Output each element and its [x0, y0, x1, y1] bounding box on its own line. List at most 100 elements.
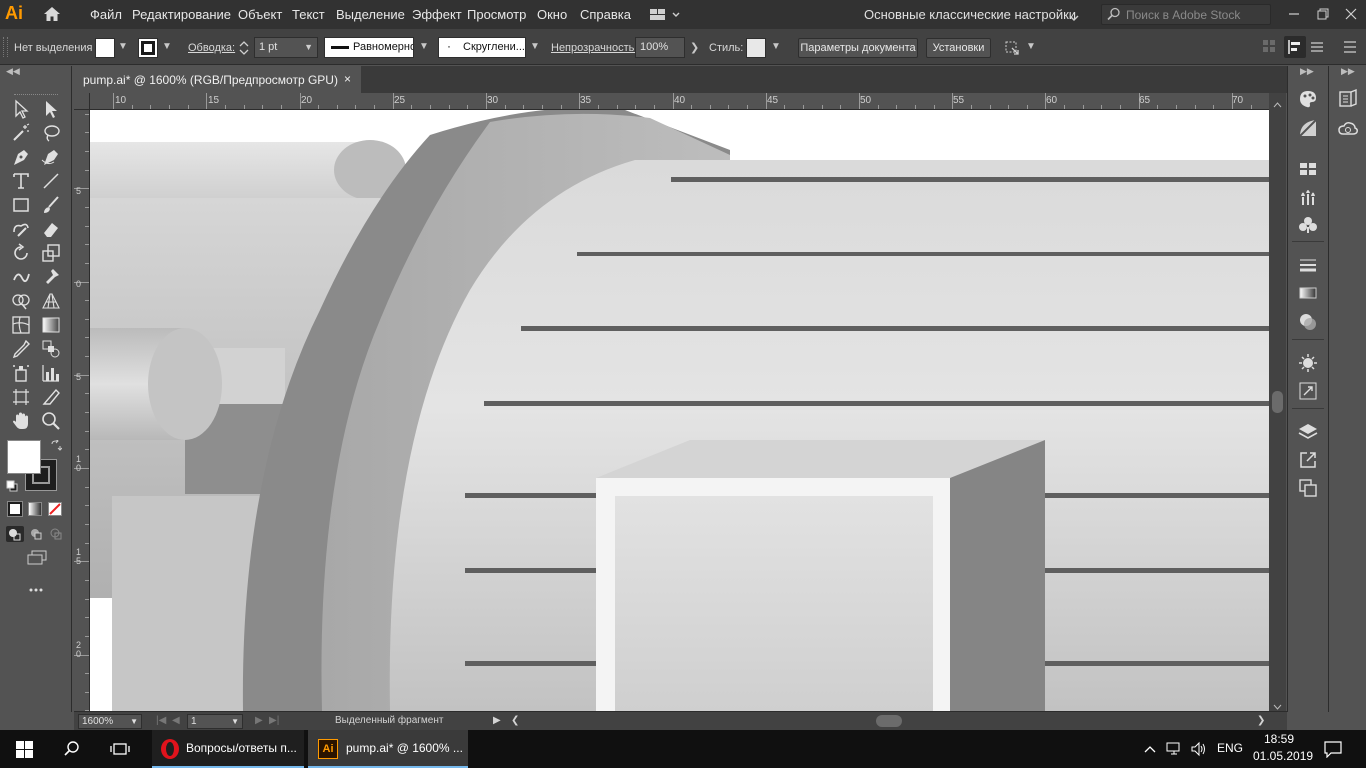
search-icon[interactable]	[63, 740, 81, 758]
scroll-right-icon[interactable]: ❯	[1257, 715, 1265, 726]
clock-date[interactable]: 01.05.2019	[1253, 749, 1313, 763]
variable-width-profile[interactable]: Равномерно	[324, 37, 414, 58]
opacity-field[interactable]: 100%	[635, 37, 685, 58]
mesh-tool-icon[interactable]	[10, 314, 32, 336]
zoom-tool-icon[interactable]	[40, 410, 62, 432]
collapse-panel-icon[interactable]: ▶▶	[1300, 66, 1314, 77]
menu-file[interactable]: Файл	[90, 7, 122, 22]
swatches-icon[interactable]	[1297, 158, 1319, 180]
eyedropper-tool-icon[interactable]	[10, 338, 32, 360]
color-guide-icon[interactable]	[1297, 117, 1319, 139]
none-mode-icon[interactable]	[48, 502, 62, 516]
menu-lines-icon[interactable]	[1310, 41, 1324, 53]
clock-time[interactable]: 18:59	[1264, 732, 1294, 746]
menu-object[interactable]: Объект	[238, 7, 282, 22]
menu-help[interactable]: Справка	[580, 7, 631, 22]
style-swatch[interactable]	[746, 38, 766, 58]
more-tools-icon[interactable]	[28, 582, 44, 592]
scroll-thumb[interactable]	[1272, 391, 1283, 413]
perspective-grid-tool-icon[interactable]	[40, 290, 62, 312]
draw-inside-icon[interactable]	[48, 526, 64, 542]
menu-window[interactable]: Окно	[537, 7, 567, 22]
first-artboard-icon[interactable]: |◀	[156, 715, 166, 726]
symbols-icon[interactable]	[1297, 214, 1319, 236]
menu-lines-icon[interactable]	[1340, 37, 1360, 57]
swap-fill-stroke-icon[interactable]	[50, 438, 63, 452]
chevron-right-icon[interactable]: ❯	[690, 41, 699, 54]
appearance-icon[interactable]	[1297, 352, 1319, 374]
menu-select[interactable]: Выделение	[336, 7, 405, 22]
graphic-styles-icon[interactable]	[1297, 380, 1319, 402]
document-setup-button[interactable]: Параметры документа	[798, 38, 918, 58]
zoom-field[interactable]: 1600% ▼	[78, 714, 142, 729]
show-hidden-icons-icon[interactable]	[1143, 743, 1157, 755]
close-window-icon[interactable]	[1341, 4, 1361, 24]
menu-edit[interactable]: Редактирование	[132, 7, 231, 22]
horizontal-scroll-thumb[interactable]	[876, 715, 902, 727]
fill-swatch[interactable]	[95, 38, 115, 58]
prev-artboard-icon[interactable]: ◀	[172, 715, 180, 726]
layers-icon[interactable]	[1297, 421, 1319, 443]
stroke-weight-field[interactable]: 1 pt ▼	[254, 37, 318, 58]
windows-start-icon[interactable]	[16, 741, 33, 758]
document-tab[interactable]: pump.ai* @ 1600% (RGB/Предпросмотр GPU) …	[74, 66, 361, 93]
isolate-group-icon[interactable]	[1262, 39, 1276, 53]
preferences-button[interactable]: Установки	[926, 38, 991, 58]
column-graph-tool-icon[interactable]	[40, 362, 62, 384]
blend-tool-icon[interactable]	[40, 338, 62, 360]
chevron-down-icon[interactable]: ▼	[162, 41, 172, 52]
stroke-stepper[interactable]	[238, 38, 250, 58]
menu-effect[interactable]: Эффект	[412, 7, 462, 22]
line-segment-tool-icon[interactable]	[40, 170, 62, 192]
artboard-canvas[interactable]	[90, 110, 1269, 711]
pen-tool-icon[interactable]	[10, 146, 32, 168]
workspace-switcher[interactable]: Основные классические настройки	[864, 7, 1076, 22]
artboard-tool-icon[interactable]	[10, 386, 32, 408]
restore-icon[interactable]	[1313, 4, 1333, 24]
status-menu-icon[interactable]: ▶	[493, 715, 501, 726]
brush-definition[interactable]: · Скруглени...	[438, 37, 526, 58]
close-icon[interactable]: ×	[344, 72, 351, 86]
scroll-left-icon[interactable]: ❮	[511, 715, 519, 726]
stroke-label[interactable]: Обводка:	[188, 42, 235, 54]
rectangle-tool-icon[interactable]	[10, 194, 32, 216]
vertical-scrollbar[interactable]	[1269, 93, 1286, 711]
artboard-field[interactable]: 1 ▼	[187, 714, 243, 729]
lasso-tool-icon[interactable]	[40, 122, 62, 144]
ruler-origin[interactable]	[74, 93, 90, 110]
stroke-panel-icon[interactable]	[1297, 254, 1319, 276]
chevron-down-icon[interactable]: ▼	[530, 41, 540, 52]
stroke-swatch[interactable]	[138, 38, 158, 58]
volume-icon[interactable]	[1190, 741, 1208, 757]
draw-behind-icon[interactable]	[28, 526, 44, 542]
next-artboard-icon[interactable]: ▶	[255, 715, 263, 726]
fill-color-box[interactable]	[7, 440, 41, 474]
hand-tool-icon[interactable]	[10, 410, 32, 432]
selection-tool-icon[interactable]	[10, 98, 32, 120]
screen-mode-icon[interactable]	[26, 550, 48, 566]
brushes-icon[interactable]	[1297, 186, 1319, 208]
arrange-documents-icon[interactable]	[649, 7, 681, 23]
search-input[interactable]	[1126, 7, 1266, 22]
network-icon[interactable]	[1166, 741, 1184, 757]
chevron-down-icon[interactable]: ▼	[118, 41, 128, 52]
last-artboard-icon[interactable]: ▶|	[269, 715, 279, 726]
curvature-tool-icon[interactable]	[40, 146, 62, 168]
opacity-label[interactable]: Непрозрачность:	[551, 42, 637, 54]
chevron-down-icon[interactable]: ▼	[419, 41, 429, 52]
chevron-down-icon[interactable]: ▼	[1026, 41, 1036, 52]
draw-normal-icon[interactable]	[6, 526, 24, 542]
scroll-down-icon[interactable]	[1273, 699, 1282, 710]
slice-tool-icon[interactable]	[40, 386, 62, 408]
scale-tool-icon[interactable]	[40, 242, 62, 264]
puppet-warp-tool-icon[interactable]	[40, 266, 62, 288]
eraser-tool-icon[interactable]	[40, 218, 62, 240]
panel-grip[interactable]	[3, 37, 8, 57]
gradient-panel-icon[interactable]	[1297, 282, 1319, 304]
menu-type[interactable]: Текст	[292, 7, 325, 22]
properties-icon[interactable]	[1337, 88, 1359, 110]
notifications-icon[interactable]	[1323, 740, 1343, 759]
chevron-down-icon[interactable]: ▼	[771, 41, 781, 52]
symbol-sprayer-tool-icon[interactable]	[10, 362, 32, 384]
default-colors-icon[interactable]	[6, 480, 18, 492]
